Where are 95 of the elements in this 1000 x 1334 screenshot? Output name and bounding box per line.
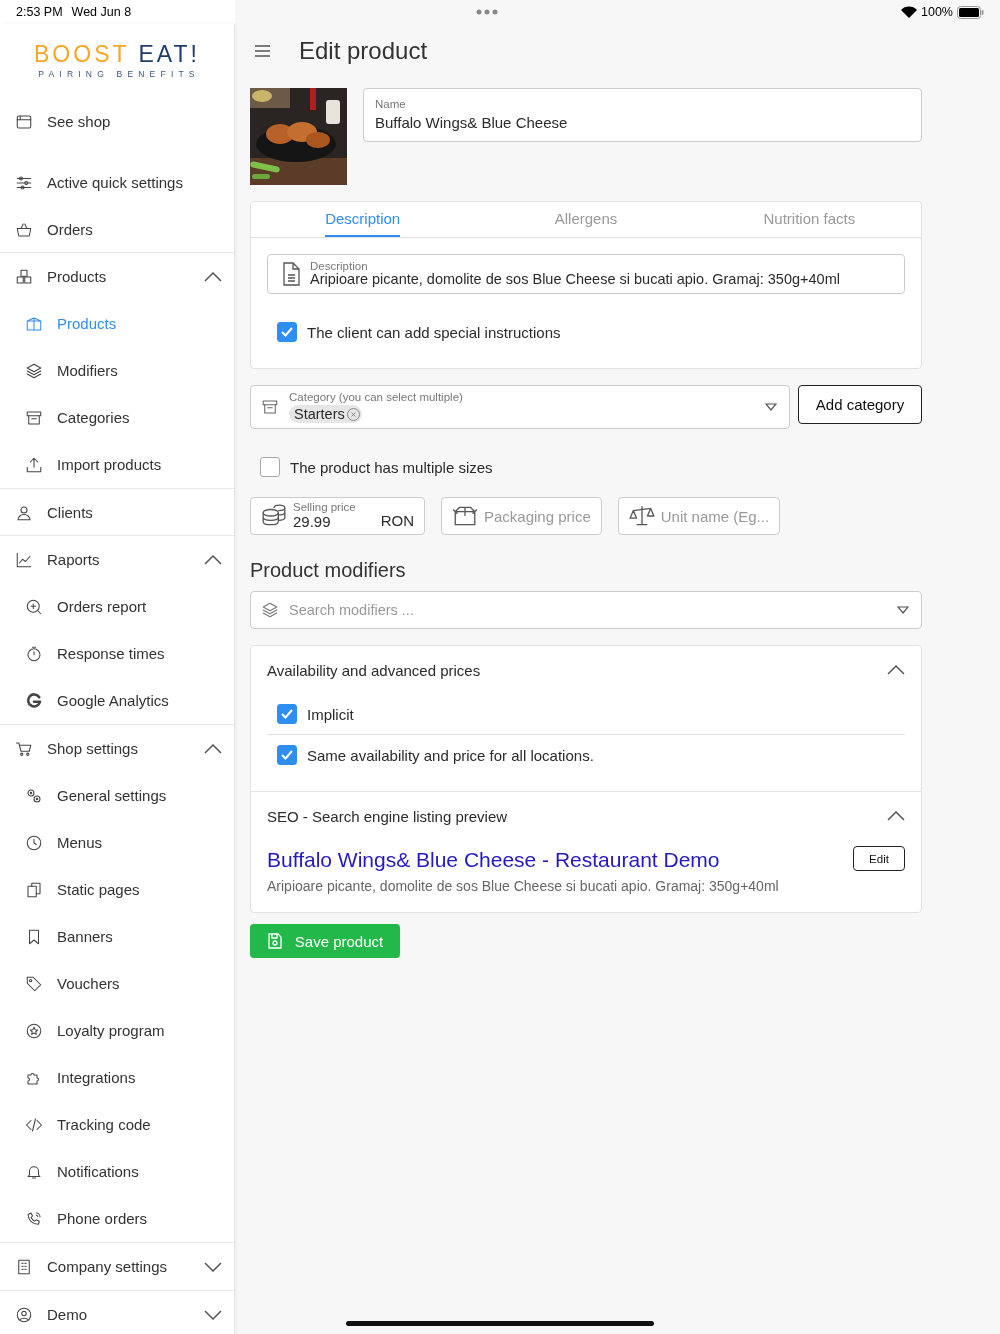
menu-icon[interactable] bbox=[255, 45, 270, 57]
seo-preview-title[interactable]: Buffalo Wings& Blue Cheese - Restaurant Demo bbox=[267, 848, 720, 872]
seo-preview-description: Aripioare picante, domolite de sos Blue Cheese si bucati apio. Gramaj: 350g+40ml bbox=[267, 878, 780, 894]
sidebar-item[interactable]: Clients bbox=[0, 489, 234, 536]
battery-icon bbox=[957, 5, 984, 19]
price-field[interactable]: Selling price 29.99 RON bbox=[250, 497, 425, 535]
category-tag[interactable]: Starters bbox=[289, 405, 362, 423]
sidebar-item[interactable]: See shop bbox=[0, 98, 234, 145]
tag-icon bbox=[25, 974, 43, 993]
sidebar-item[interactable]: Raports bbox=[0, 536, 234, 583]
add-category-button[interactable]: Add category bbox=[798, 385, 922, 424]
star-badge-icon bbox=[25, 1021, 43, 1040]
upload-icon bbox=[25, 455, 43, 474]
building-icon bbox=[15, 1257, 33, 1276]
pages-icon bbox=[25, 880, 43, 899]
layers-icon bbox=[261, 601, 279, 619]
logo-text: BOOST EAT! bbox=[34, 43, 200, 66]
dropdown-icon bbox=[765, 403, 777, 411]
edit-button[interactable]: Edit bbox=[853, 846, 905, 871]
sidebar-item[interactable]: Tracking code bbox=[0, 1101, 234, 1148]
layers-icon bbox=[25, 361, 43, 380]
section-title: Product modifiers bbox=[250, 559, 407, 582]
line-chart-icon bbox=[15, 550, 33, 569]
user-icon bbox=[15, 503, 33, 522]
sidebar-item[interactable]: Notifications bbox=[0, 1148, 234, 1195]
checkmark-icon bbox=[280, 748, 294, 762]
chevron-icon bbox=[204, 271, 222, 282]
sidebar-item[interactable]: Categories bbox=[0, 394, 234, 441]
sidebar-item[interactable]: Static pages bbox=[0, 866, 234, 913]
more-dots-icon bbox=[476, 9, 498, 15]
archive-icon bbox=[25, 408, 43, 427]
cart-icon bbox=[15, 739, 33, 758]
box-icon bbox=[25, 314, 43, 333]
chevron-icon bbox=[204, 743, 222, 754]
sliders-icon bbox=[15, 173, 33, 192]
clock-icon bbox=[25, 833, 43, 852]
archive-icon bbox=[261, 398, 279, 416]
checkbox[interactable] bbox=[260, 457, 280, 477]
checkbox-label: The client can add special instructions bbox=[307, 323, 561, 341]
sidebar-item[interactable]: Active quick settings bbox=[0, 159, 234, 206]
category-field[interactable]: Category (you can select multiple) Starters bbox=[250, 385, 790, 429]
chevron-icon[interactable] bbox=[887, 665, 905, 675]
code-icon bbox=[25, 1115, 43, 1134]
checkbox[interactable] bbox=[277, 745, 297, 765]
letter-g-icon bbox=[25, 691, 43, 710]
sidebar-item[interactable]: Loyalty program bbox=[0, 1007, 234, 1054]
sidebar-item[interactable]: Demo bbox=[0, 1291, 234, 1334]
status-time: 2:53 PM bbox=[16, 5, 63, 19]
sidebar-item[interactable]: Integrations bbox=[0, 1054, 234, 1101]
checkmark-icon bbox=[280, 707, 294, 721]
sidebar-item[interactable]: Modifiers bbox=[0, 347, 234, 394]
checkbox[interactable] bbox=[277, 322, 297, 342]
checkmark-icon bbox=[280, 325, 294, 339]
sidebar-item[interactable]: Import products bbox=[0, 441, 234, 488]
description-field[interactable]: Description Aripioare picante, domolite de sos Blue Cheese si bucati apio. Gramaj: 350g+40ml bbox=[267, 254, 905, 294]
chevron-icon bbox=[204, 1261, 222, 1272]
boxes-icon bbox=[15, 267, 33, 286]
stopwatch-icon bbox=[25, 644, 43, 663]
sidebar-item[interactable]: Products bbox=[0, 253, 234, 300]
sidebar-item[interactable]: Orders report bbox=[0, 583, 234, 630]
user-circle-icon bbox=[15, 1305, 33, 1324]
basket-icon bbox=[15, 220, 33, 239]
chevron-icon[interactable] bbox=[887, 811, 905, 821]
document-icon bbox=[280, 262, 302, 286]
sidebar-item[interactable]: Google Analytics bbox=[0, 677, 234, 724]
sidebar-item[interactable]: Phone orders bbox=[0, 1195, 234, 1242]
sidebar-item[interactable]: Response times bbox=[0, 630, 234, 677]
sidebar-item[interactable]: Menus bbox=[0, 819, 234, 866]
section-title: SEO - Search engine listing preview bbox=[267, 807, 508, 825]
search-report-icon bbox=[25, 597, 43, 616]
phone-icon bbox=[25, 1209, 43, 1228]
section-title: Availability and advanced prices bbox=[267, 661, 481, 679]
wifi-icon bbox=[901, 6, 917, 18]
logo-tagline: PAIRING BENEFITS bbox=[38, 69, 200, 79]
chevron-icon bbox=[204, 1309, 222, 1320]
sidebar-item[interactable]: Company settings bbox=[0, 1243, 234, 1290]
gears-icon bbox=[25, 786, 43, 805]
checkbox-label: Same availability and price for all locations. bbox=[307, 746, 594, 764]
sidebar-item[interactable]: Shop settings bbox=[0, 725, 234, 772]
sidebar-item[interactable]: General settings bbox=[0, 772, 234, 819]
checkbox-label: Implicit bbox=[307, 705, 354, 723]
page-title: Edit product bbox=[299, 37, 428, 65]
chevron-icon bbox=[204, 554, 222, 565]
status-date: Wed Jun 8 bbox=[71, 5, 132, 19]
battery-percent: 100% bbox=[921, 5, 953, 19]
sidebar-item[interactable]: Orders bbox=[0, 206, 234, 253]
remove-icon[interactable] bbox=[346, 407, 360, 421]
dropdown-icon bbox=[897, 606, 909, 614]
checkbox-label: The product has multiple sizes bbox=[290, 458, 493, 476]
sidebar-item[interactable]: Banners bbox=[0, 913, 234, 960]
see-shop-icon bbox=[15, 112, 33, 131]
sidebar-item[interactable]: Vouchers bbox=[0, 960, 234, 1007]
checkbox[interactable] bbox=[277, 704, 297, 724]
name-field[interactable]: Name Buffalo Wings& Blue Cheese bbox=[363, 88, 922, 142]
floppy-disk-icon bbox=[266, 933, 283, 949]
